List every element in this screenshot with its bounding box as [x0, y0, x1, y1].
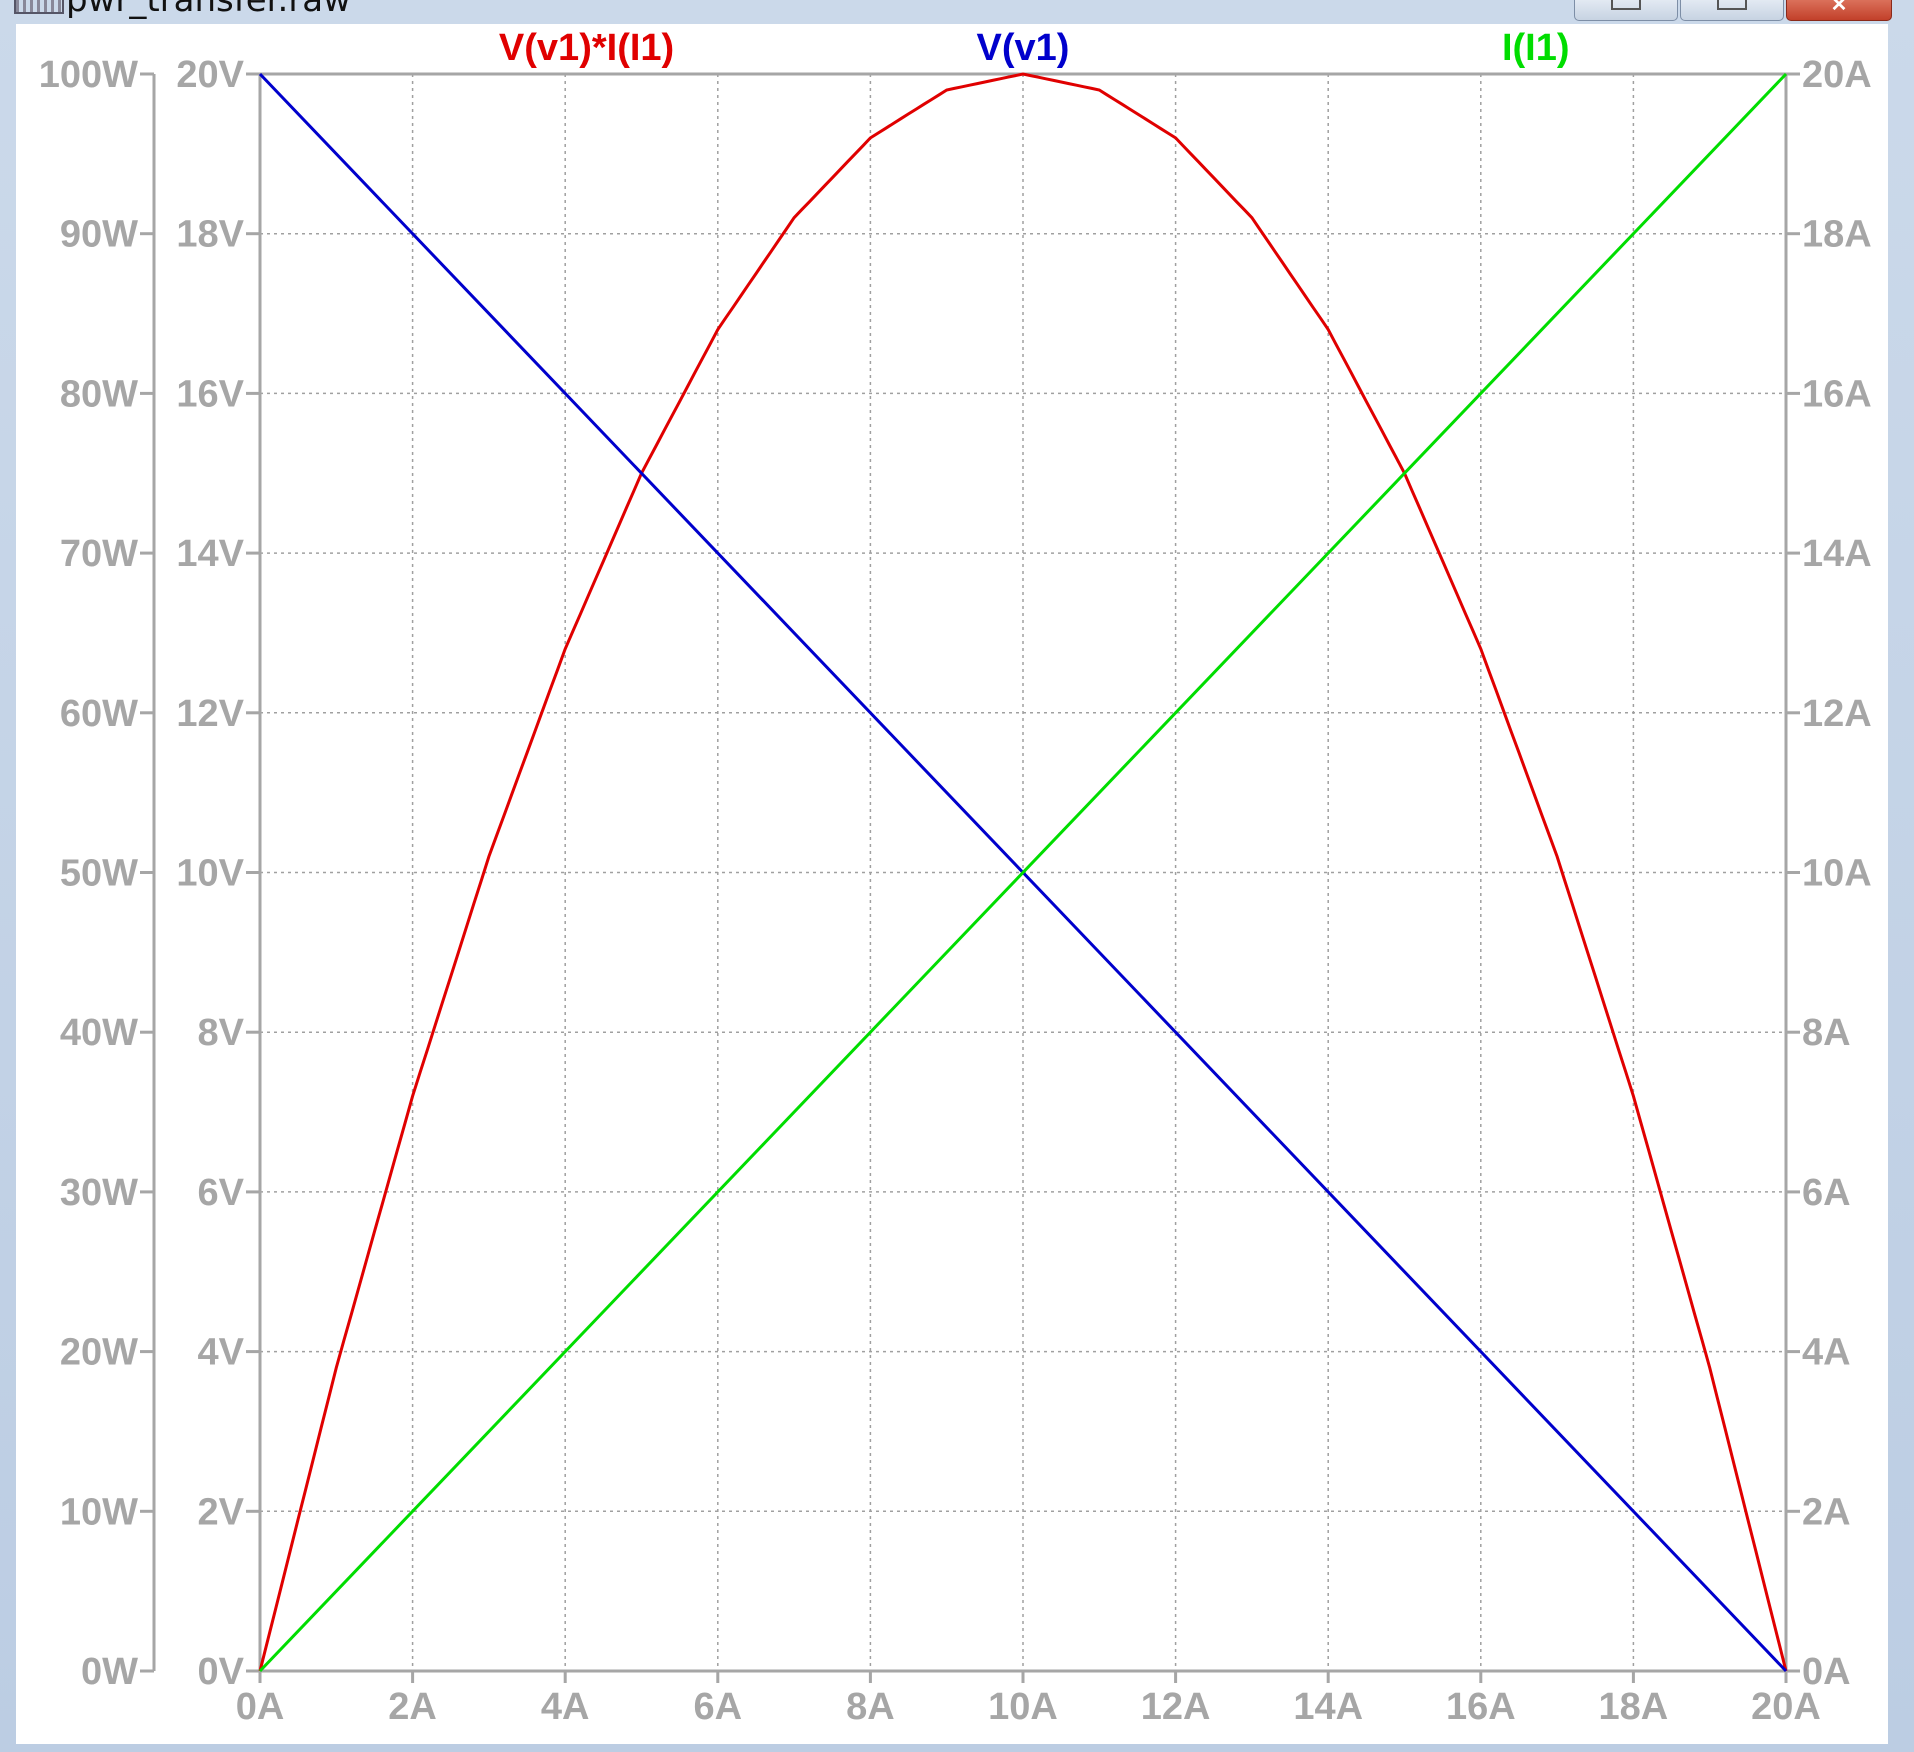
power-tick-label: 0W [81, 1651, 138, 1693]
minimize-button[interactable] [1574, 0, 1678, 21]
maximize-icon [1717, 0, 1747, 10]
axes [140, 72, 1800, 1683]
voltage-tick-label: 16V [176, 373, 244, 415]
current-tick-label: 20A [1802, 54, 1872, 96]
current-tick-label: 10A [1802, 853, 1872, 895]
power-tick-label: 40W [60, 1012, 138, 1054]
current-tick-label: 4A [1802, 1332, 1851, 1374]
voltage-tick-label: 6V [198, 1172, 245, 1214]
x-tick-label: 2A [388, 1686, 437, 1728]
x-tick-label: 4A [541, 1686, 590, 1728]
title-bar[interactable]: pwr_transfer.raw ✕ [0, 0, 1914, 24]
voltage-tick-label: 14V [176, 533, 244, 575]
power-tick-label: 30W [60, 1172, 138, 1214]
power-tick-label: 60W [60, 693, 138, 735]
trace-label[interactable]: V(v1) [977, 27, 1070, 69]
plot-pane[interactable]: 0W 0V 0A 10W 2V 2A 20W 4V 4A 30W 6V 6A 40W 8V 8A 50W 10V… [16, 24, 1888, 1744]
power-tick-label: 90W [60, 214, 138, 256]
voltage-tick-label: 8V [198, 1012, 245, 1054]
window-title: pwr_transfer.raw [66, 0, 351, 20]
current-tick-label: 12A [1802, 693, 1872, 735]
voltage-tick-label: 20V [176, 54, 244, 96]
voltage-tick-label: 10V [176, 853, 244, 895]
x-tick-label: 20A [1751, 1686, 1821, 1728]
power-tick-label: 20W [60, 1332, 138, 1374]
x-tick-label: 6A [694, 1686, 743, 1728]
current-tick-label: 6A [1802, 1172, 1851, 1214]
trace-label[interactable]: V(v1)*I(I1) [499, 27, 674, 69]
trace-label[interactable]: I(I1) [1502, 27, 1570, 69]
power-tick-label: 100W [39, 54, 138, 96]
power-tick-label: 10W [60, 1491, 138, 1533]
close-icon: ✕ [1830, 0, 1848, 16]
current-tick-label: 16A [1802, 373, 1872, 415]
voltage-tick-label: 4V [198, 1332, 245, 1374]
current-tick-label: 2A [1802, 1491, 1851, 1533]
trace-labels[interactable]: V(v1)*I(I1) V(v1) I(I1) [499, 27, 1570, 69]
voltage-tick-label: 18V [176, 214, 244, 256]
x-tick-label: 14A [1293, 1686, 1363, 1728]
x-tick-label: 10A [988, 1686, 1058, 1728]
x-tick-label: 18A [1599, 1686, 1669, 1728]
current-tick-label: 18A [1802, 214, 1872, 256]
x-tick-label: 0A [236, 1686, 285, 1728]
tick-labels: 0W 0V 0A10W 2V 2A20W 4V 4A30W 6V 6A40W 8V 8A50W 10V… [39, 54, 1872, 1728]
close-button[interactable]: ✕ [1786, 0, 1892, 21]
x-tick-label: 16A [1446, 1686, 1516, 1728]
waveform-chart[interactable]: 0W 0V 0A10W 2V 2A20W 4V 4A30W 6V 6A40W 8V 8A50W 10V… [16, 24, 1888, 1744]
x-tick-label: 12A [1141, 1686, 1211, 1728]
power-tick-label: 50W [60, 853, 138, 895]
x-tick-label: 8A [846, 1686, 895, 1728]
current-tick-label: 8A [1802, 1012, 1851, 1054]
waveform-viewer-window: pwr_transfer.raw ✕ 0W 0V 0A 10W 2V 2A 20W 4V 4A 3… [0, 0, 1914, 1752]
voltage-tick-label: 12V [176, 693, 244, 735]
power-tick-label: 70W [60, 533, 138, 575]
voltage-tick-label: 2V [198, 1491, 245, 1533]
maximize-button[interactable] [1680, 0, 1784, 21]
waveform-file-icon [14, 0, 64, 14]
current-tick-label: 14A [1802, 533, 1872, 575]
minimize-icon [1611, 0, 1641, 10]
power-tick-label: 80W [60, 373, 138, 415]
